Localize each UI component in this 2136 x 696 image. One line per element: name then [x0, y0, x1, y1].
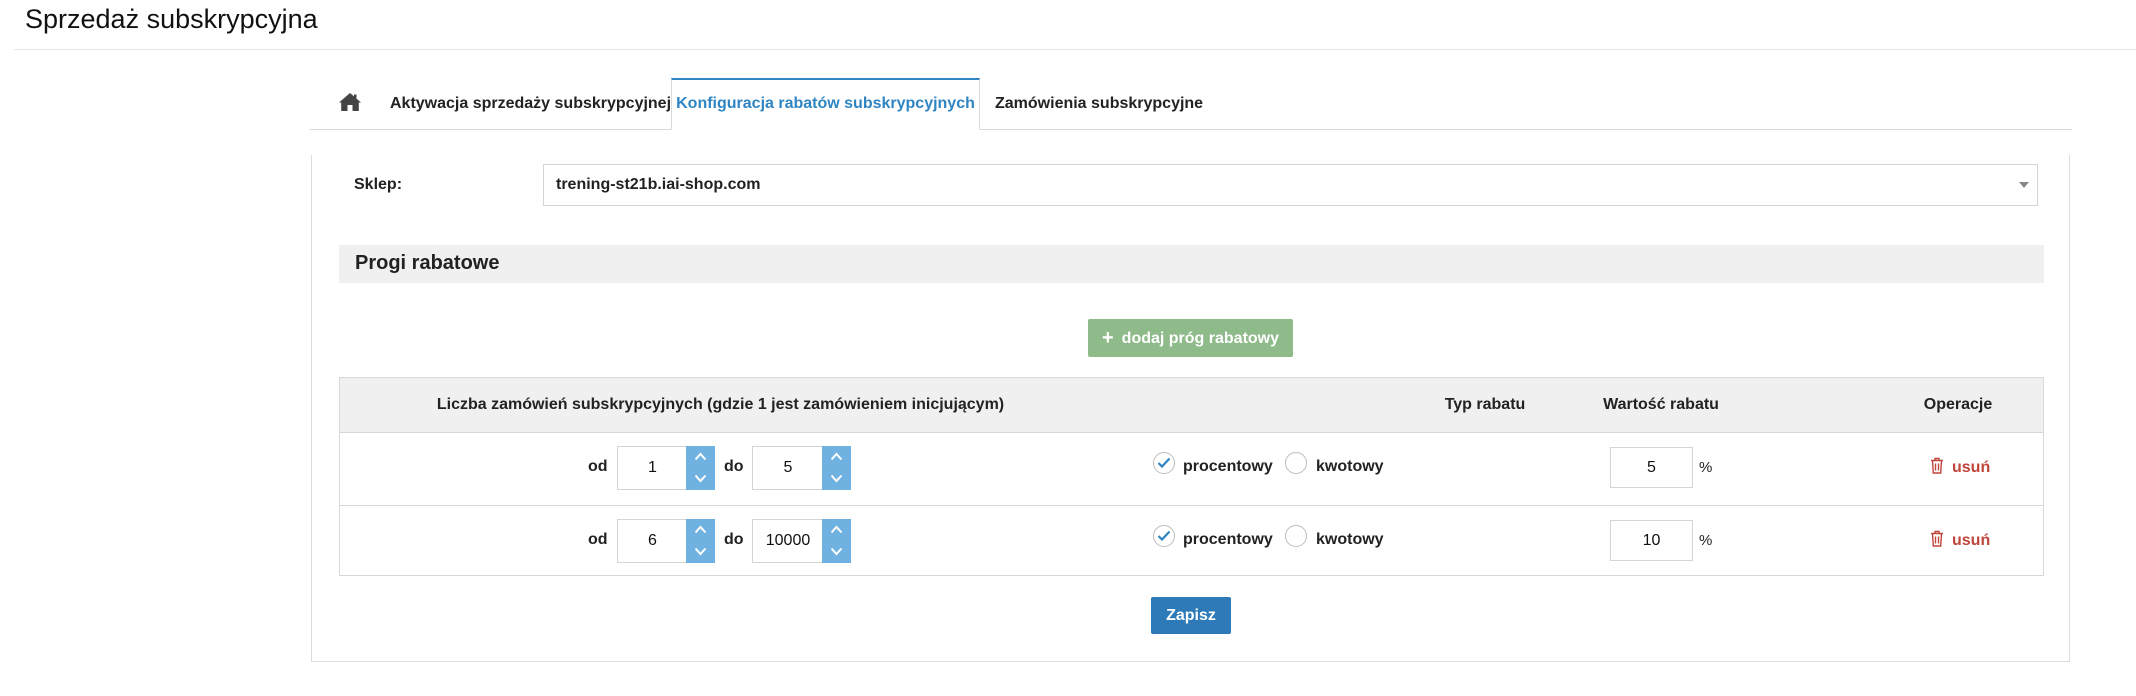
- radio-amount-label[interactable]: kwotowy: [1316, 458, 1384, 476]
- percent-unit: %: [1699, 459, 1713, 476]
- shop-select[interactable]: trening-st21b.iai-shop.com: [543, 164, 2038, 206]
- delete-button[interactable]: usuń: [1930, 457, 1990, 477]
- home-icon: [338, 92, 362, 112]
- chevron-up-icon[interactable]: [822, 519, 851, 542]
- chevron-down-icon[interactable]: [822, 541, 851, 563]
- delete-label: usuń: [1952, 459, 1991, 476]
- chevron-down-icon[interactable]: [686, 541, 715, 563]
- check-icon: [1157, 530, 1171, 542]
- section-title: Progi rabatowe: [355, 252, 500, 274]
- from-value: 1: [648, 459, 657, 476]
- column-header-order-count: Liczba zamówień subskrypcyjnych (gdzie 1…: [436, 396, 1005, 413]
- radio-amount-label[interactable]: kwotowy: [1316, 531, 1384, 549]
- percent-unit: %: [1699, 532, 1713, 549]
- tab-home[interactable]: [328, 78, 372, 129]
- tab-discount-configuration[interactable]: Konfiguracja rabatów subskrypcyjnych: [671, 78, 980, 130]
- discount-value-input[interactable]: 5: [1610, 447, 1693, 488]
- to-label: do: [724, 458, 744, 475]
- discount-value-input[interactable]: 10: [1610, 520, 1693, 561]
- trash-icon: [1931, 530, 1943, 547]
- column-header-discount-value: Wartość rabatu: [1603, 396, 1719, 413]
- tab-bar: Aktywacja sprzedaży subskrypcyjnej Konfi…: [310, 78, 2072, 130]
- delete-button[interactable]: usuń: [1930, 530, 1990, 550]
- radio-percent[interactable]: [1153, 525, 1175, 547]
- from-stepper[interactable]: 1: [617, 446, 715, 490]
- chevron-down-icon[interactable]: [686, 468, 715, 490]
- table-row: od 6 do 10000 procentowy kwotowy 10 % us…: [340, 506, 2043, 578]
- add-threshold-label: dodaj próg rabatowy: [1121, 330, 1280, 347]
- check-icon: [1157, 457, 1171, 469]
- page-title: Sprzedaż subskrypcyjna: [25, 4, 318, 34]
- to-value: 10000: [765, 532, 811, 549]
- shop-select-value: trening-st21b.iai-shop.com: [556, 176, 761, 193]
- radio-percent[interactable]: [1153, 452, 1175, 474]
- from-value: 6: [648, 532, 657, 549]
- section-header-thresholds: Progi rabatowe: [339, 245, 2044, 283]
- to-stepper[interactable]: 5: [752, 446, 851, 490]
- from-stepper[interactable]: 6: [617, 519, 715, 563]
- table-row: od 1 do 5 procentowy kwotowy 5 % usuń: [340, 433, 2043, 506]
- radio-amount[interactable]: [1285, 525, 1307, 547]
- to-stepper[interactable]: 10000: [752, 519, 851, 563]
- chevron-up-icon[interactable]: [686, 446, 715, 469]
- from-label: od: [588, 458, 608, 475]
- chevron-up-icon[interactable]: [822, 446, 851, 469]
- to-value: 5: [783, 459, 793, 476]
- radio-percent-label[interactable]: procentowy: [1183, 531, 1273, 549]
- table-header: Liczba zamówień subskrypcyjnych (gdzie 1…: [340, 378, 2043, 433]
- column-header-operations: Operacje: [1923, 396, 1993, 413]
- add-threshold-button[interactable]: + dodaj próg rabatowy: [1088, 319, 1293, 357]
- radio-percent-label[interactable]: procentowy: [1183, 458, 1273, 476]
- save-button[interactable]: Zapisz: [1151, 597, 1231, 634]
- delete-label: usuń: [1952, 532, 1991, 549]
- tab-subscription-orders[interactable]: Zamówienia subskrypcyjne: [995, 78, 1203, 129]
- chevron-up-icon[interactable]: [686, 519, 715, 542]
- plus-icon: +: [1101, 327, 1114, 349]
- tab-subscription-activation[interactable]: Aktywacja sprzedaży subskrypcyjnej: [390, 78, 671, 129]
- shop-label: Sklep:: [354, 176, 403, 193]
- chevron-down-icon[interactable]: [822, 468, 851, 490]
- thresholds-table: Liczba zamówień subskrypcyjnych (gdzie 1…: [339, 377, 2044, 576]
- chevron-down-icon: [2019, 182, 2029, 188]
- to-label: do: [724, 531, 744, 548]
- trash-icon: [1931, 457, 1943, 474]
- radio-amount[interactable]: [1285, 452, 1307, 474]
- title-divider: [14, 49, 2136, 50]
- from-label: od: [588, 531, 608, 548]
